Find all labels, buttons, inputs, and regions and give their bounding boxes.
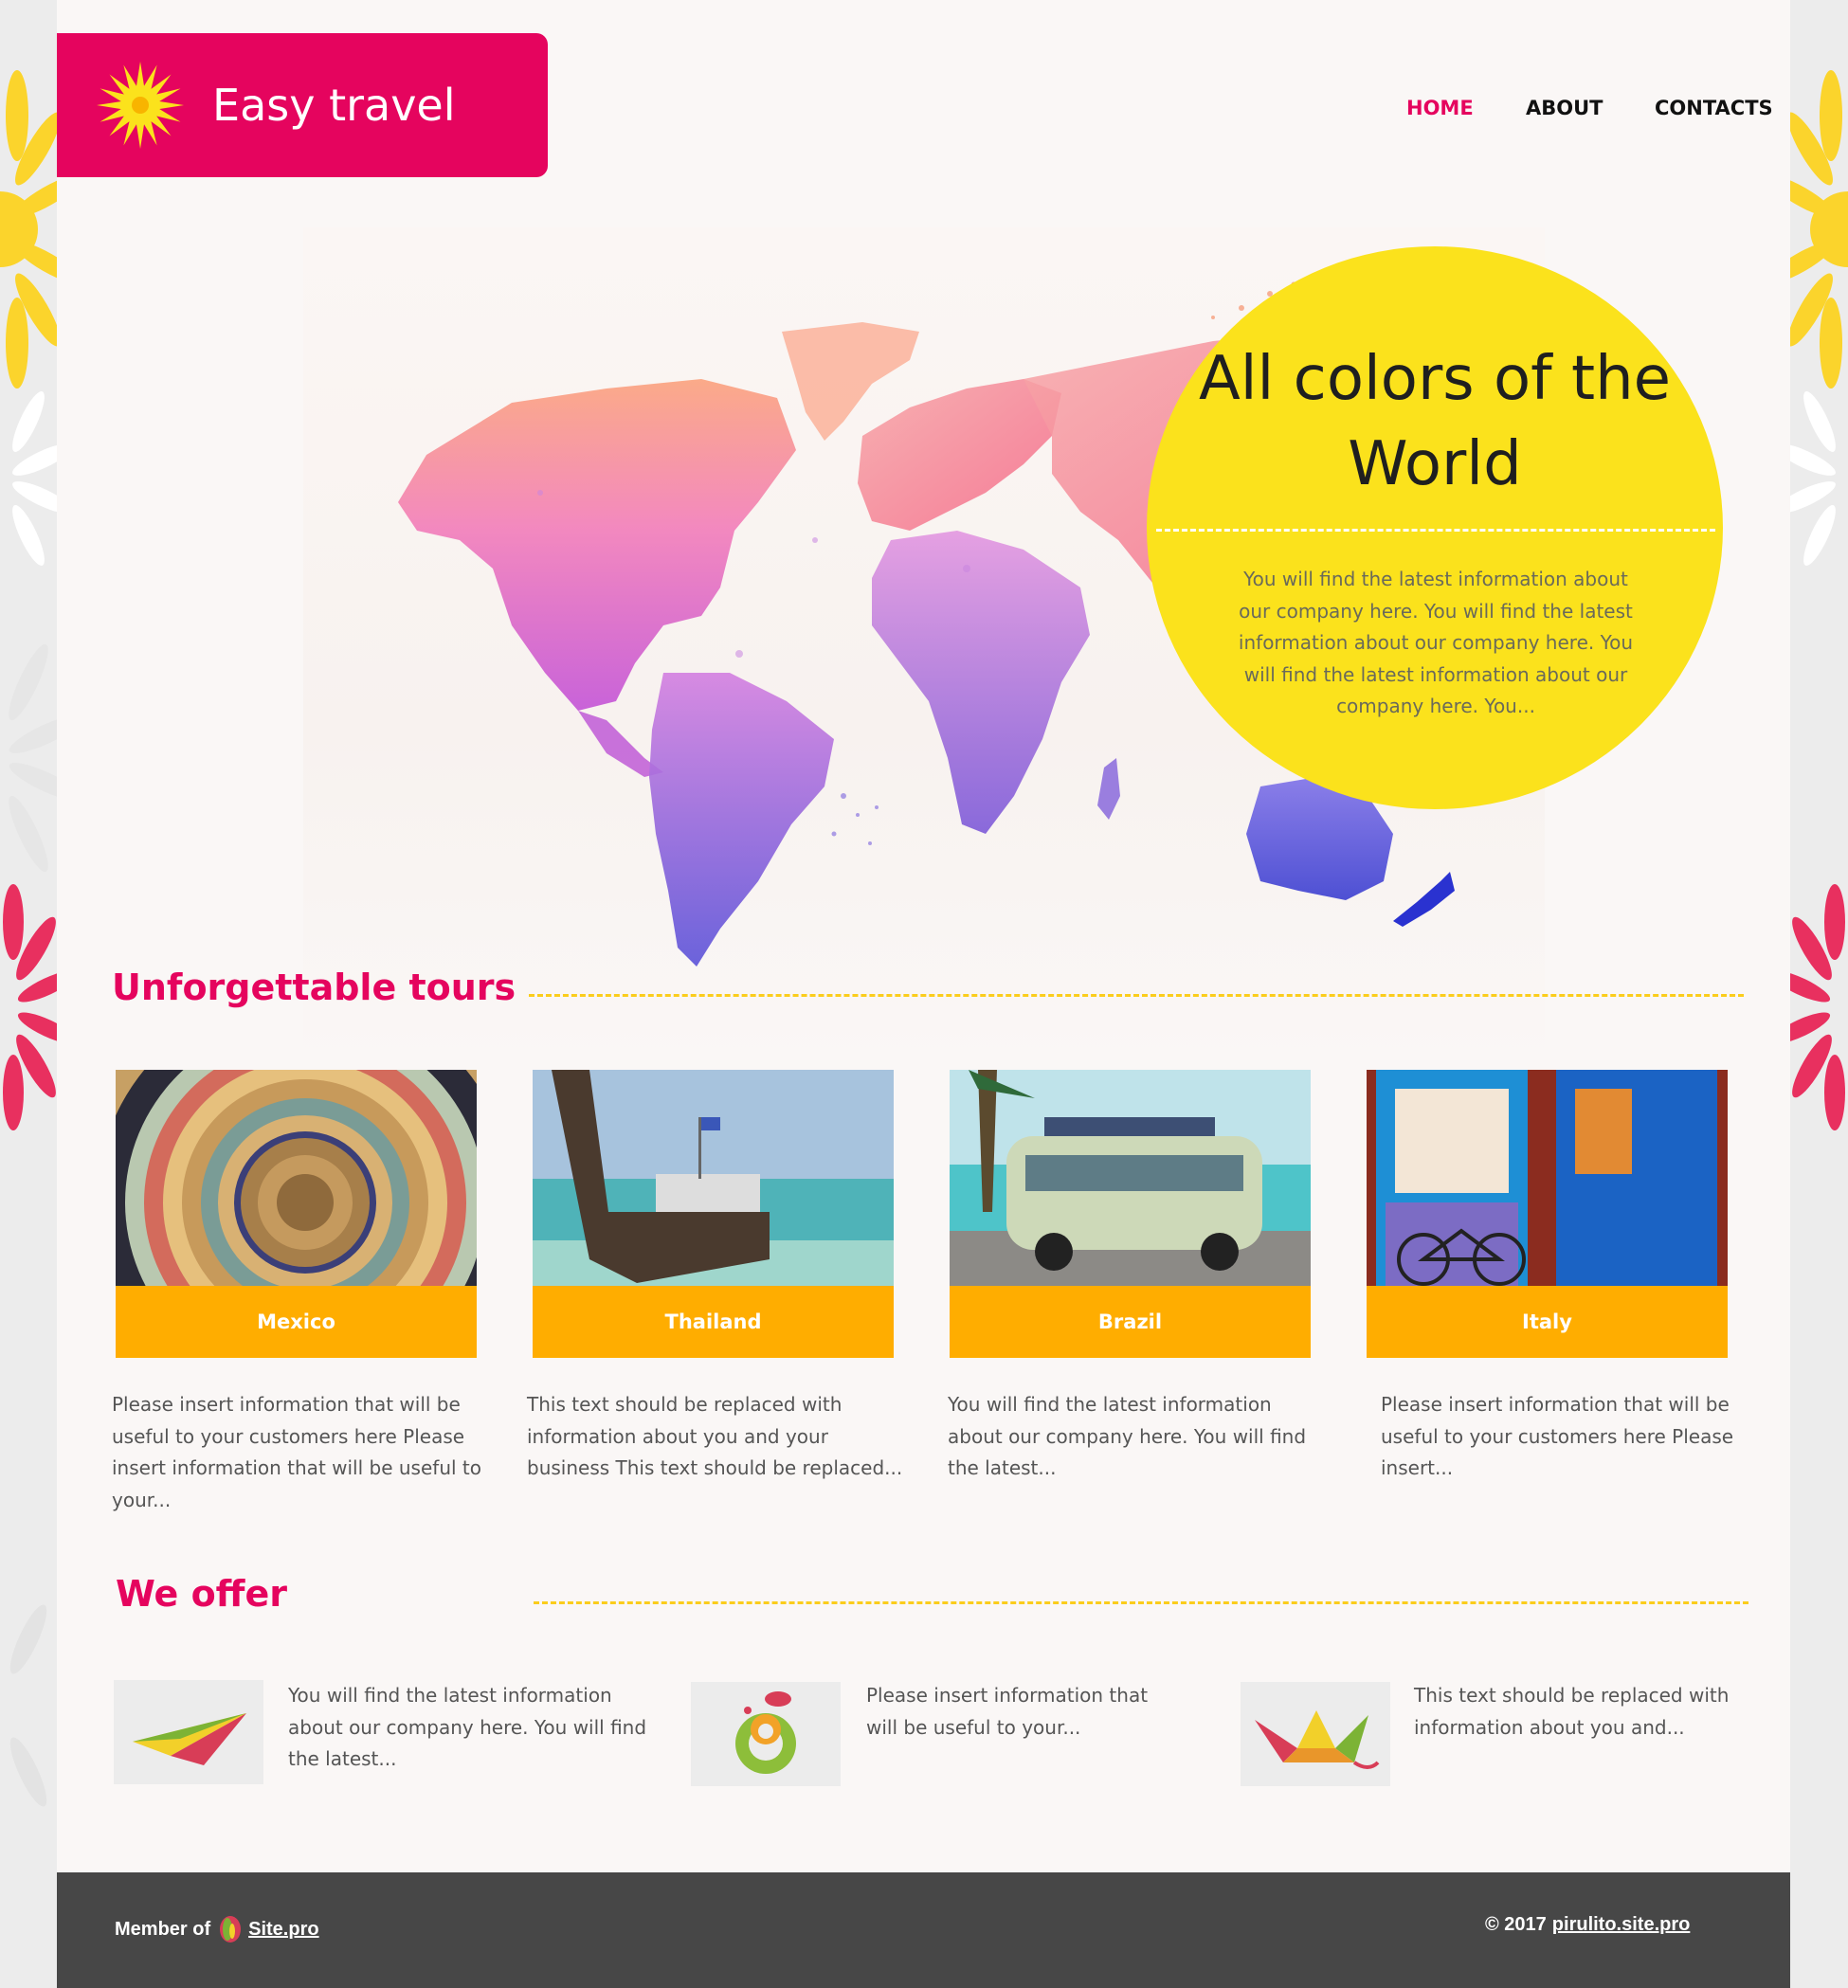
tour-label: Brazil: [950, 1286, 1311, 1358]
tour-label: Thailand: [533, 1286, 894, 1358]
tour-image-mexico-hat: [116, 1070, 477, 1286]
paper-boat-icon: [1255, 1710, 1380, 1769]
footer-member: Member of Site.pro: [115, 1914, 319, 1944]
hero-circle: [1147, 246, 1723, 809]
footer: Member of Site.pro © 2017 pirulito.site.p…: [57, 1872, 1790, 1988]
tour-card-italy[interactable]: Italy: [1367, 1070, 1728, 1358]
offer-2-text: Please insert information that will be u…: [866, 1684, 1149, 1739]
hero-title: All colors of the World: [1198, 344, 1672, 499]
tour-label: Italy: [1367, 1286, 1728, 1358]
nav-contacts[interactable]: CONTACTS: [1655, 97, 1773, 119]
right-flower-decoration: [1790, 0, 1848, 1988]
hero-banner: All colors of the World You will find th…: [303, 227, 1723, 1066]
offer-3-image: [1241, 1682, 1390, 1786]
offer-2-image: [691, 1682, 841, 1786]
tours-divider: [529, 994, 1744, 997]
offer-3-text: This text should be replaced with inform…: [1414, 1684, 1730, 1739]
tour-text-mexico: Please insert information that will be u…: [112, 1393, 481, 1511]
footer-copyright: © 2017 pirulito.site.pro: [1485, 1914, 1690, 1936]
offers-title: We offer: [116, 1573, 287, 1615]
tour-text-thailand: This text should be replaced with inform…: [527, 1393, 903, 1479]
brand-name: Easy travel: [212, 80, 456, 131]
tour-text-italy: Please insert information that will be u…: [1381, 1393, 1734, 1479]
tour-image-thailand-boat: [533, 1070, 894, 1286]
page: Easy travel HOME ABOUT CONTACTS All colo…: [57, 0, 1790, 1988]
site-pro-link[interactable]: Site.pro: [248, 1919, 318, 1941]
copyright-text: © 2017: [1485, 1914, 1547, 1935]
ring-icon: [735, 1691, 796, 1774]
tour-card-thailand[interactable]: Thailand: [533, 1070, 894, 1358]
hero-divider: [1156, 529, 1715, 532]
offer-1-text: You will find the latest information abo…: [288, 1684, 647, 1770]
tour-card-brazil[interactable]: Brazil: [950, 1070, 1311, 1358]
offer-1-image: [114, 1680, 263, 1784]
tour-image-brazil-van: [950, 1070, 1311, 1286]
sun-flower-icon: [97, 62, 184, 149]
left-flower-decoration: [0, 0, 57, 1988]
offers-divider: [534, 1601, 1748, 1604]
hero-text: You will find the latest information abo…: [1238, 568, 1634, 717]
tour-label: Mexico: [116, 1286, 477, 1358]
brand-logo[interactable]: Easy travel: [57, 33, 548, 177]
tour-text-brazil: You will find the latest information abo…: [948, 1393, 1307, 1479]
paper-plane-icon: [133, 1713, 246, 1765]
site-pro-logo-icon: [220, 1916, 242, 1943]
nav-home[interactable]: HOME: [1406, 97, 1474, 119]
tour-image-italy-street: [1367, 1070, 1728, 1286]
member-prefix: Member of: [115, 1918, 211, 1940]
site-link[interactable]: pirulito.site.pro: [1552, 1914, 1691, 1935]
nav-about[interactable]: ABOUT: [1526, 97, 1603, 119]
tours-title: Unforgettable tours: [112, 967, 516, 1008]
tour-card-mexico[interactable]: Mexico: [116, 1070, 477, 1358]
